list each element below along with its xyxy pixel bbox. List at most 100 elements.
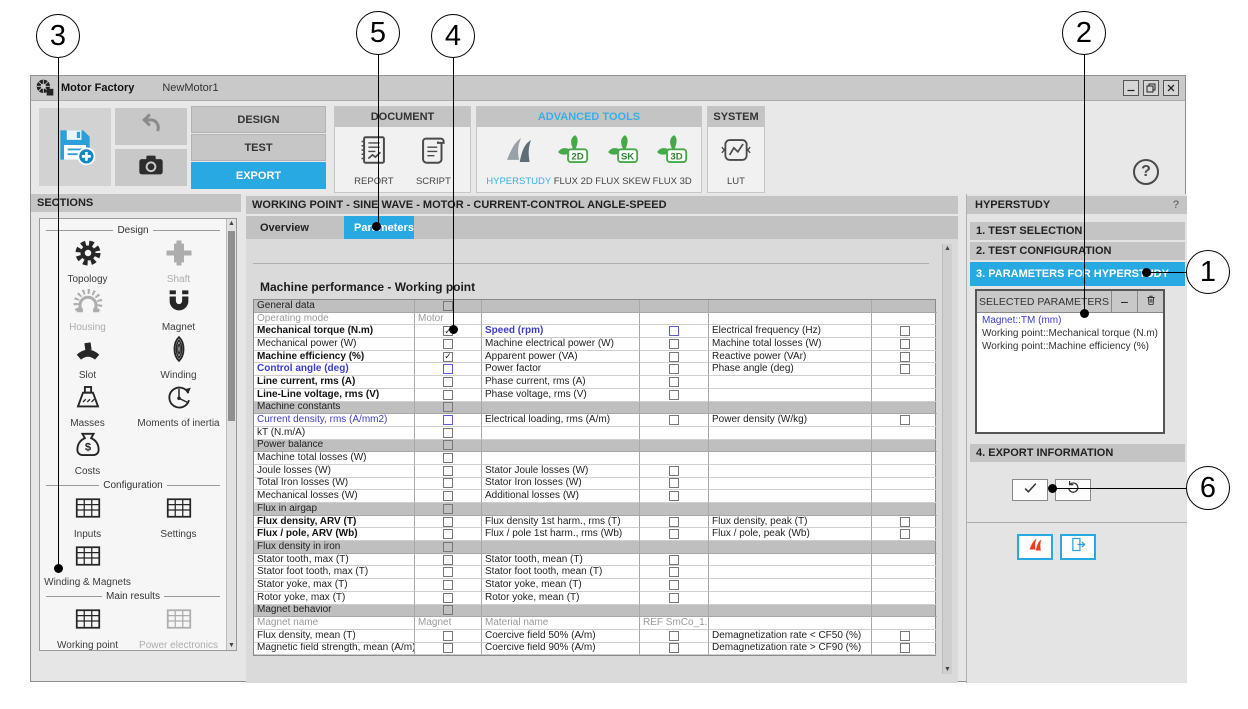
export-files-button[interactable] (1060, 534, 1096, 560)
sidebar-item-moments-of-inertia[interactable]: Moments of inertia (133, 382, 224, 430)
test-button[interactable]: TEST (191, 134, 326, 161)
step-2-bar[interactable]: 2. TEST CONFIGURATION (970, 242, 1185, 260)
parameter-checkbox[interactable] (640, 363, 709, 376)
parameter-checkbox[interactable] (415, 414, 482, 427)
section-checkbox[interactable] (415, 503, 482, 516)
parameter-checkbox[interactable] (640, 376, 709, 389)
parameter-checkbox[interactable] (640, 643, 709, 656)
design-button[interactable]: DESIGN (191, 106, 326, 133)
parameter-checkbox[interactable] (415, 528, 482, 541)
parameter-checkbox[interactable] (415, 490, 482, 503)
restore-button[interactable] (1143, 80, 1159, 96)
sections-scrollbar[interactable]: ▲ ▼ (226, 219, 236, 650)
parameter-checkbox[interactable] (415, 630, 482, 643)
parameter-checkbox[interactable] (415, 376, 482, 389)
sidebar-item-inputs[interactable]: Inputs (42, 493, 133, 541)
parameter-checkbox[interactable] (640, 516, 709, 529)
sidebar-item-working-point[interactable]: Working point (42, 604, 133, 651)
main-scrollbar[interactable]: ▲ ▼ (942, 244, 952, 674)
sidebar-item-slot[interactable]: Slot (42, 334, 133, 382)
selected-parameter-item[interactable]: Working point::Machine efficiency (%) (977, 339, 1163, 352)
parameter-checkbox[interactable]: ✓ (415, 351, 482, 364)
selected-parameter-item[interactable]: Working point::Mechanical torque (N.m) (977, 326, 1163, 339)
section-checkbox[interactable] (415, 440, 482, 453)
save-button[interactable] (39, 108, 111, 186)
parameter-checkbox[interactable] (415, 592, 482, 605)
parameter-checkbox[interactable] (872, 414, 937, 427)
screenshot-button[interactable] (115, 149, 187, 186)
export-button[interactable]: EXPORT (191, 162, 326, 189)
parameter-checkbox[interactable] (415, 465, 482, 478)
sidebar-item-costs[interactable]: $Costs (42, 430, 133, 478)
remove-parameter-button[interactable]: − (1111, 291, 1137, 312)
section-checkbox[interactable] (415, 300, 482, 313)
sidebar-item-topology[interactable]: Topology (42, 238, 133, 286)
selected-parameter-item[interactable]: Magnet::TM (mm) (977, 313, 1163, 326)
parameter-checkbox[interactable] (872, 351, 937, 364)
parameter-checkbox[interactable] (415, 427, 482, 440)
undo-button[interactable] (115, 108, 187, 145)
reset-button[interactable] (1055, 479, 1091, 501)
flux-skew-button[interactable]: SKFLUX SKEW (595, 133, 650, 187)
validate-button[interactable] (1012, 479, 1048, 501)
lut-button[interactable]: LUT (719, 133, 753, 187)
parameter-checkbox[interactable] (640, 325, 709, 338)
parameter-checkbox[interactable] (415, 338, 482, 351)
parameter-checkbox[interactable] (640, 579, 709, 592)
parameter-checkbox[interactable] (415, 566, 482, 579)
script-button[interactable]: SCRIPT (416, 133, 451, 187)
clear-parameters-button[interactable] (1137, 291, 1163, 312)
help-button[interactable]: ? (1133, 159, 1159, 185)
export-to-hyperstudy-button[interactable] (1017, 534, 1053, 560)
parameter-checkbox[interactable] (872, 338, 937, 351)
scroll-down-icon[interactable]: ▼ (227, 642, 236, 649)
parameter-checkbox[interactable] (872, 516, 937, 529)
parameter-checkbox[interactable] (415, 452, 482, 465)
parameter-checkbox[interactable] (872, 643, 937, 656)
hyperstudy-help-button[interactable]: ? (1173, 199, 1179, 211)
close-button[interactable] (1163, 80, 1179, 96)
report-button[interactable]: REPORT (354, 133, 393, 187)
parameter-checkbox[interactable] (872, 528, 937, 541)
sidebar-item-magnet[interactable]: Magnet (133, 286, 224, 334)
tab-overview[interactable]: Overview (250, 216, 319, 239)
parameter-checkbox[interactable] (872, 325, 937, 338)
parameter-checkbox[interactable] (640, 528, 709, 541)
parameter-checkbox[interactable] (872, 363, 937, 376)
parameter-checkbox[interactable] (640, 478, 709, 491)
parameter-checkbox[interactable] (415, 516, 482, 529)
step-1-bar[interactable]: 1. TEST SELECTION (970, 222, 1185, 240)
parameter-checkbox[interactable] (872, 630, 937, 643)
scroll-down-icon[interactable]: ▼ (943, 666, 952, 673)
parameter-checkbox[interactable] (640, 389, 709, 402)
sidebar-item-masses[interactable]: Masses (42, 382, 133, 430)
section-checkbox[interactable] (415, 541, 482, 554)
sidebar-item-settings[interactable]: Settings (133, 493, 224, 541)
parameter-checkbox[interactable] (640, 490, 709, 503)
parameter-checkbox[interactable] (415, 363, 482, 376)
section-checkbox[interactable] (415, 402, 482, 415)
parameter-checkbox[interactable] (640, 630, 709, 643)
parameter-checkbox[interactable] (415, 579, 482, 592)
parameter-checkbox[interactable] (415, 389, 482, 402)
flux-3d-button[interactable]: 3DFLUX 3D (653, 133, 692, 187)
scroll-up-icon[interactable]: ▲ (943, 245, 952, 252)
parameter-checkbox[interactable] (640, 554, 709, 567)
scroll-up-icon[interactable]: ▲ (227, 220, 236, 227)
section-checkbox[interactable] (415, 605, 482, 618)
parameter-checkbox[interactable] (415, 554, 482, 567)
parameter-checkbox[interactable] (415, 643, 482, 656)
parameter-checkbox[interactable] (640, 338, 709, 351)
parameter-checkbox[interactable] (640, 566, 709, 579)
parameter-checkbox[interactable] (415, 478, 482, 491)
hyperstudy-button[interactable]: HYPERSTUDY (486, 133, 551, 187)
parameter-checkbox[interactable] (640, 414, 709, 427)
parameter-checkbox[interactable] (640, 351, 709, 364)
sidebar-item-winding[interactable]: Winding (133, 334, 224, 382)
parameter-checkbox[interactable] (640, 465, 709, 478)
minimize-button[interactable] (1123, 80, 1139, 96)
step-3-bar[interactable]: 3. PARAMETERS FOR HYPERSTUDY (970, 262, 1185, 286)
parameter-checkbox[interactable] (640, 592, 709, 605)
step-export-information[interactable]: 4. EXPORT INFORMATION (970, 444, 1185, 462)
flux-2d-button[interactable]: 2DFLUX 2D (554, 133, 593, 187)
